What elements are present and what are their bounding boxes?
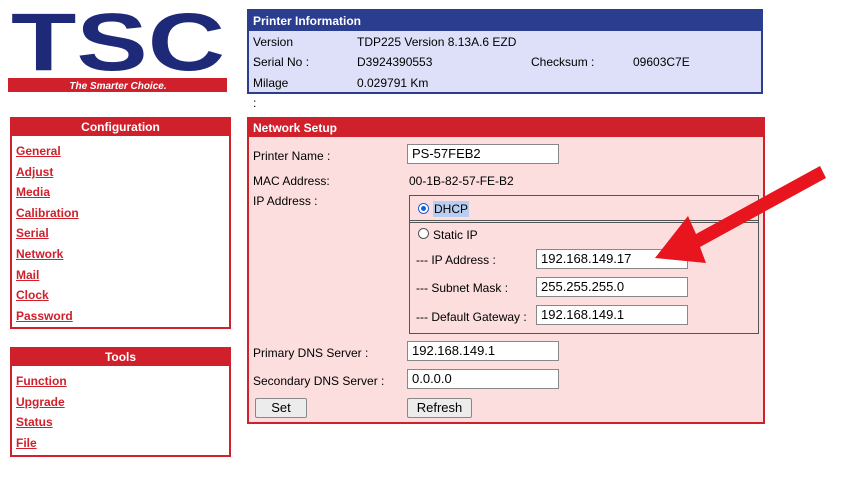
tools-menu: Tools Function Upgrade Status File: [10, 347, 231, 457]
nav-link-password[interactable]: Password: [16, 306, 229, 327]
subnet-mask-label: --- Subnet Mask :: [416, 281, 509, 295]
version-value: TDP225 Version 8.13A.6 EZD: [357, 35, 517, 49]
printer-name-label: Printer Name :: [253, 149, 331, 163]
configuration-menu: Configuration General Adjust Media Calib…: [10, 117, 231, 329]
static-ip-radio[interactable]: [418, 228, 429, 239]
milage-label: Milage :: [253, 76, 289, 110]
nav-link-media[interactable]: Media: [16, 182, 229, 203]
default-gateway-input[interactable]: 192.168.149.1: [536, 305, 688, 325]
checksum-value: 09603C7E: [633, 55, 690, 69]
mac-address-value: 00-1B-82-57-FE-B2: [409, 174, 514, 188]
nav-link-calibration[interactable]: Calibration: [16, 203, 229, 224]
tsc-logo: TSC The Smarter Choice.: [8, 0, 228, 94]
nav-link-mail[interactable]: Mail: [16, 265, 229, 286]
checksum-label: Checksum :: [531, 55, 595, 69]
refresh-button[interactable]: Refresh: [407, 398, 472, 418]
milage-value: 0.029791 Km: [357, 76, 429, 90]
svg-text:The Smarter Choice.: The Smarter Choice.: [69, 81, 166, 92]
nav-link-file[interactable]: File: [16, 433, 229, 454]
nav-link-serial[interactable]: Serial: [16, 223, 229, 244]
secondary-dns-input[interactable]: 0.0.0.0: [407, 369, 559, 389]
printer-information-panel: Printer Information Version : TDP225 Ver…: [247, 9, 763, 110]
serial-row: Serial No : D3924390553 Checksum : 09603…: [253, 52, 753, 72]
printer-name-input[interactable]: PS-57FEB2: [407, 144, 559, 164]
secondary-dns-label: Secondary DNS Server :: [253, 374, 385, 388]
nav-link-function[interactable]: Function: [16, 371, 229, 392]
subnet-mask-input[interactable]: 255.255.255.0: [536, 277, 688, 297]
nav-link-upgrade[interactable]: Upgrade: [16, 392, 229, 413]
tools-title: Tools: [12, 349, 229, 366]
nav-link-adjust[interactable]: Adjust: [16, 162, 229, 183]
mac-address-label: MAC Address:: [253, 174, 330, 188]
primary-dns-input[interactable]: 192.168.149.1: [407, 341, 559, 361]
configuration-title: Configuration: [12, 119, 229, 136]
static-ip-address-label: --- IP Address :: [416, 253, 496, 267]
svg-text:TSC: TSC: [11, 8, 225, 88]
dhcp-radio[interactable]: [418, 203, 429, 214]
nav-link-status[interactable]: Status: [16, 412, 229, 433]
nav-link-clock[interactable]: Clock: [16, 285, 229, 306]
network-setup-title: Network Setup: [249, 119, 763, 137]
annotation-arrow-icon: [655, 166, 826, 263]
nav-link-network[interactable]: Network: [16, 244, 229, 265]
ip-address-label: IP Address :: [253, 194, 318, 208]
default-gateway-label: --- Default Gateway :: [416, 310, 527, 324]
set-button[interactable]: Set: [255, 398, 307, 418]
primary-dns-label: Primary DNS Server :: [253, 346, 369, 360]
dhcp-label: DHCP: [433, 201, 470, 217]
static-ip-label: Static IP: [433, 228, 478, 242]
nav-link-general[interactable]: General: [16, 141, 229, 162]
serial-value: D3924390553: [357, 55, 433, 69]
serial-label: Serial No :: [253, 55, 310, 69]
printer-information-title: Printer Information: [249, 11, 761, 31]
